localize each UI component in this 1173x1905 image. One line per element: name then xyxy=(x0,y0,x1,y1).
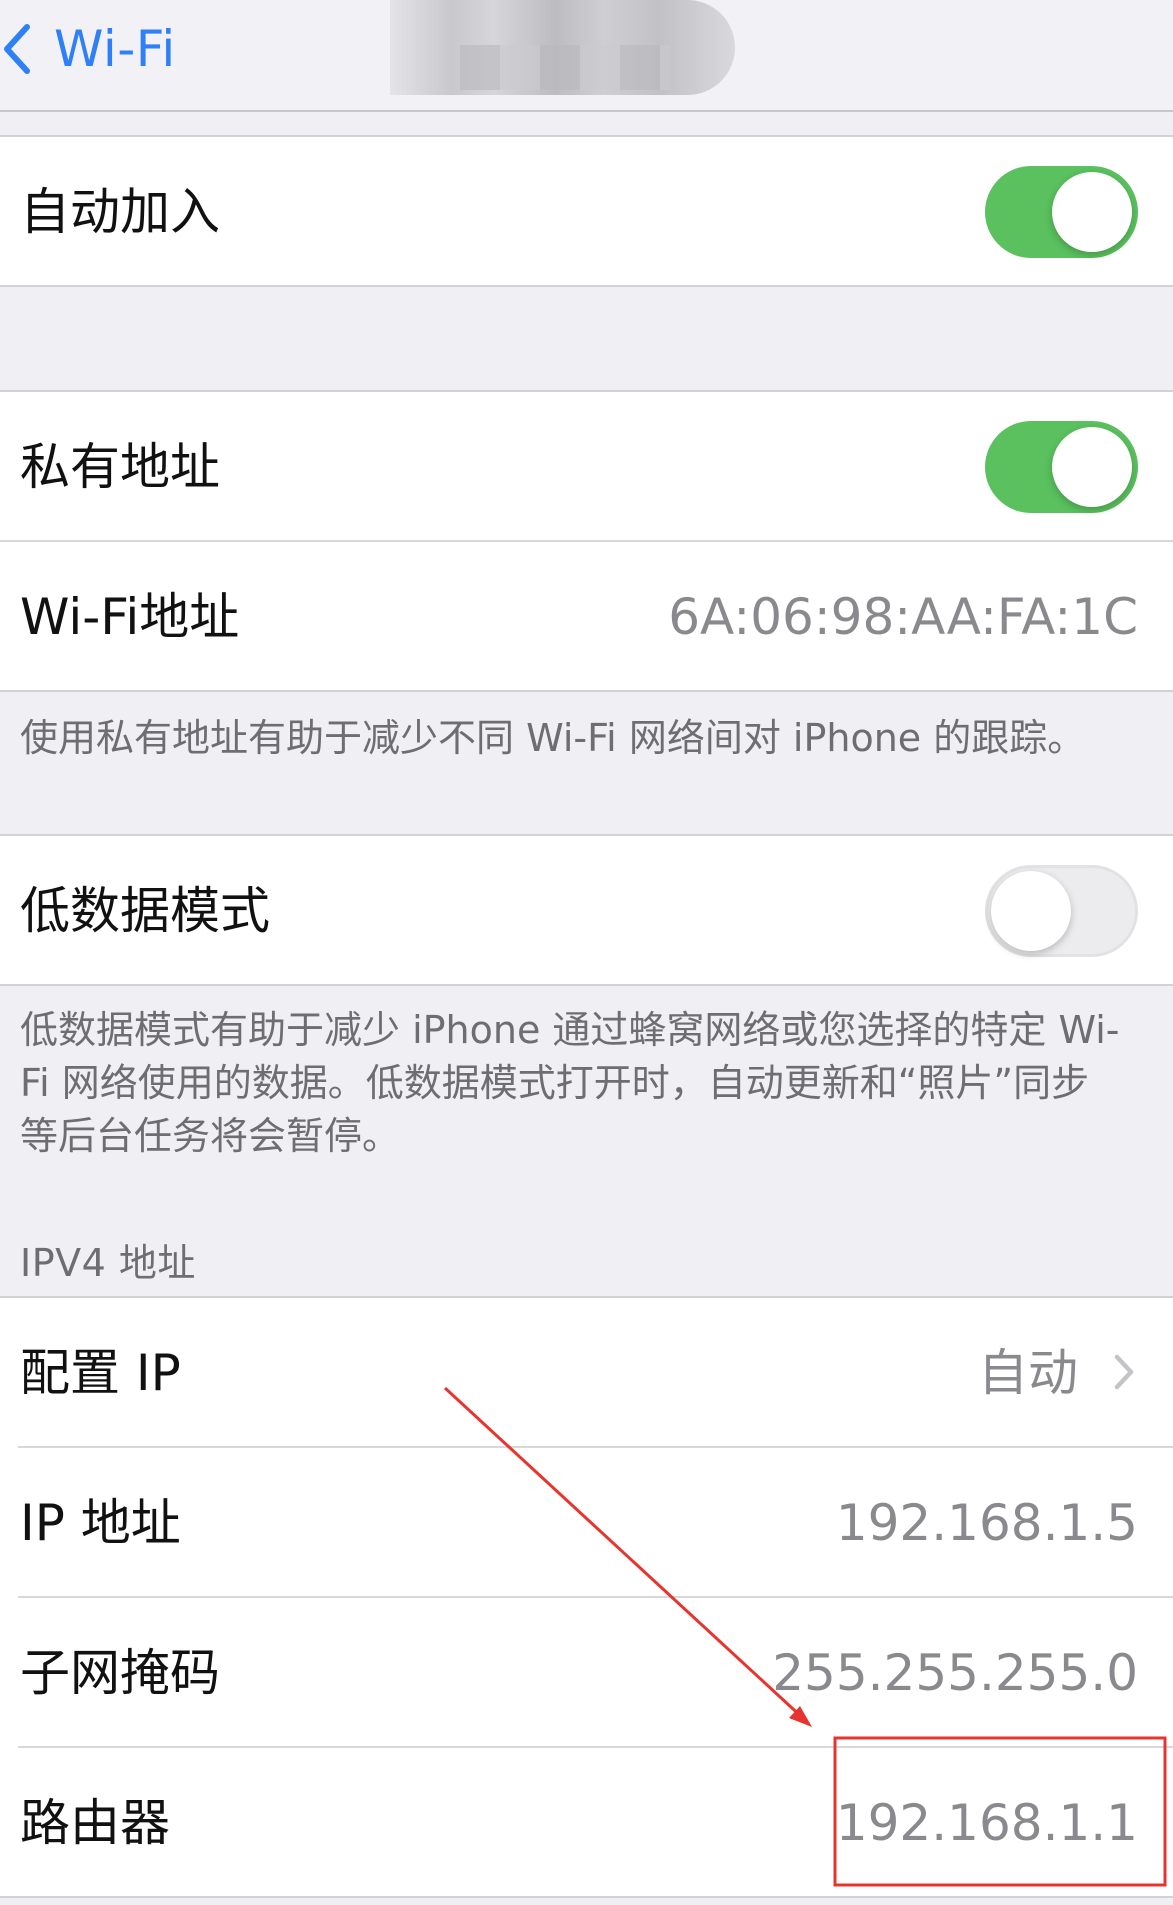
footnote-line: 低数据模式有助于减少 iPhone 通过蜂窝网络或您选择的特定 Wi- xyxy=(20,1008,1120,1052)
subnet-mask-value: 255.255.255.0 xyxy=(772,1644,1138,1702)
ip-address-row: IP 地址 192.168.1.5 xyxy=(0,1448,1173,1598)
chevron-left-icon xyxy=(4,24,30,74)
subnet-mask-row: 子网掩码 255.255.255.0 xyxy=(0,1598,1173,1748)
auto-join-toggle[interactable] xyxy=(985,166,1138,258)
ip-address-value: 192.168.1.5 xyxy=(835,1494,1138,1552)
chevron-right-icon xyxy=(1114,1354,1134,1390)
back-button[interactable]: Wi-Fi xyxy=(0,14,176,84)
toggle-knob xyxy=(991,871,1071,951)
low-data-mode-group: 低数据模式 xyxy=(0,834,1173,986)
low-data-mode-toggle[interactable] xyxy=(985,865,1138,957)
private-address-row: 私有地址 xyxy=(0,392,1173,542)
auto-join-label: 自动加入 xyxy=(20,183,220,241)
private-address-group: 私有地址 Wi-Fi地址 6A:06:98:AA:FA:1C xyxy=(0,390,1173,692)
router-value: 192.168.1.1 xyxy=(835,1794,1138,1852)
configure-ip-row[interactable]: 配置 IP 自动 xyxy=(0,1298,1173,1448)
low-data-mode-row: 低数据模式 xyxy=(0,836,1173,986)
toggle-knob xyxy=(1052,427,1132,507)
low-data-mode-footnote: 低数据模式有助于减少 iPhone 通过蜂窝网络或您选择的特定 Wi- Fi 网… xyxy=(20,1004,1150,1163)
network-name-redacted xyxy=(390,0,735,95)
navigation-bar: Wi-Fi xyxy=(0,0,1173,112)
wifi-address-value: 6A:06:98:AA:FA:1C xyxy=(668,588,1138,646)
auto-join-group: 自动加入 xyxy=(0,135,1173,287)
private-address-footnote: 使用私有地址有助于减少不同 Wi-Fi 网络间对 iPhone 的跟踪。 xyxy=(20,716,1086,760)
auto-join-row: 自动加入 xyxy=(0,137,1173,287)
ip-address-label: IP 地址 xyxy=(20,1494,181,1552)
private-address-toggle[interactable] xyxy=(985,421,1138,513)
router-row: 路由器 192.168.1.1 xyxy=(0,1748,1173,1898)
router-label: 路由器 xyxy=(20,1794,170,1852)
configure-ip-label: 配置 IP xyxy=(20,1344,181,1402)
subnet-mask-label: 子网掩码 xyxy=(20,1644,220,1702)
ipv4-section-header: IPV4 地址 xyxy=(20,1241,196,1285)
configure-ip-value: 自动 xyxy=(978,1344,1078,1402)
low-data-mode-label: 低数据模式 xyxy=(20,882,270,940)
footnote-line: Fi 网络使用的数据。低数据模式打开时，自动更新和“照片”同步 xyxy=(20,1061,1090,1105)
private-address-label: 私有地址 xyxy=(20,438,220,496)
ipv4-group: 配置 IP 自动 IP 地址 192.168.1.5 子网掩码 255.255.… xyxy=(0,1296,1173,1898)
back-button-label: Wi-Fi xyxy=(54,20,176,78)
toggle-knob xyxy=(1052,172,1132,252)
wifi-address-row: Wi-Fi地址 6A:06:98:AA:FA:1C xyxy=(0,542,1173,692)
wifi-address-label: Wi-Fi地址 xyxy=(20,588,240,646)
footnote-line: 等后台任务将会暂停。 xyxy=(20,1114,401,1158)
